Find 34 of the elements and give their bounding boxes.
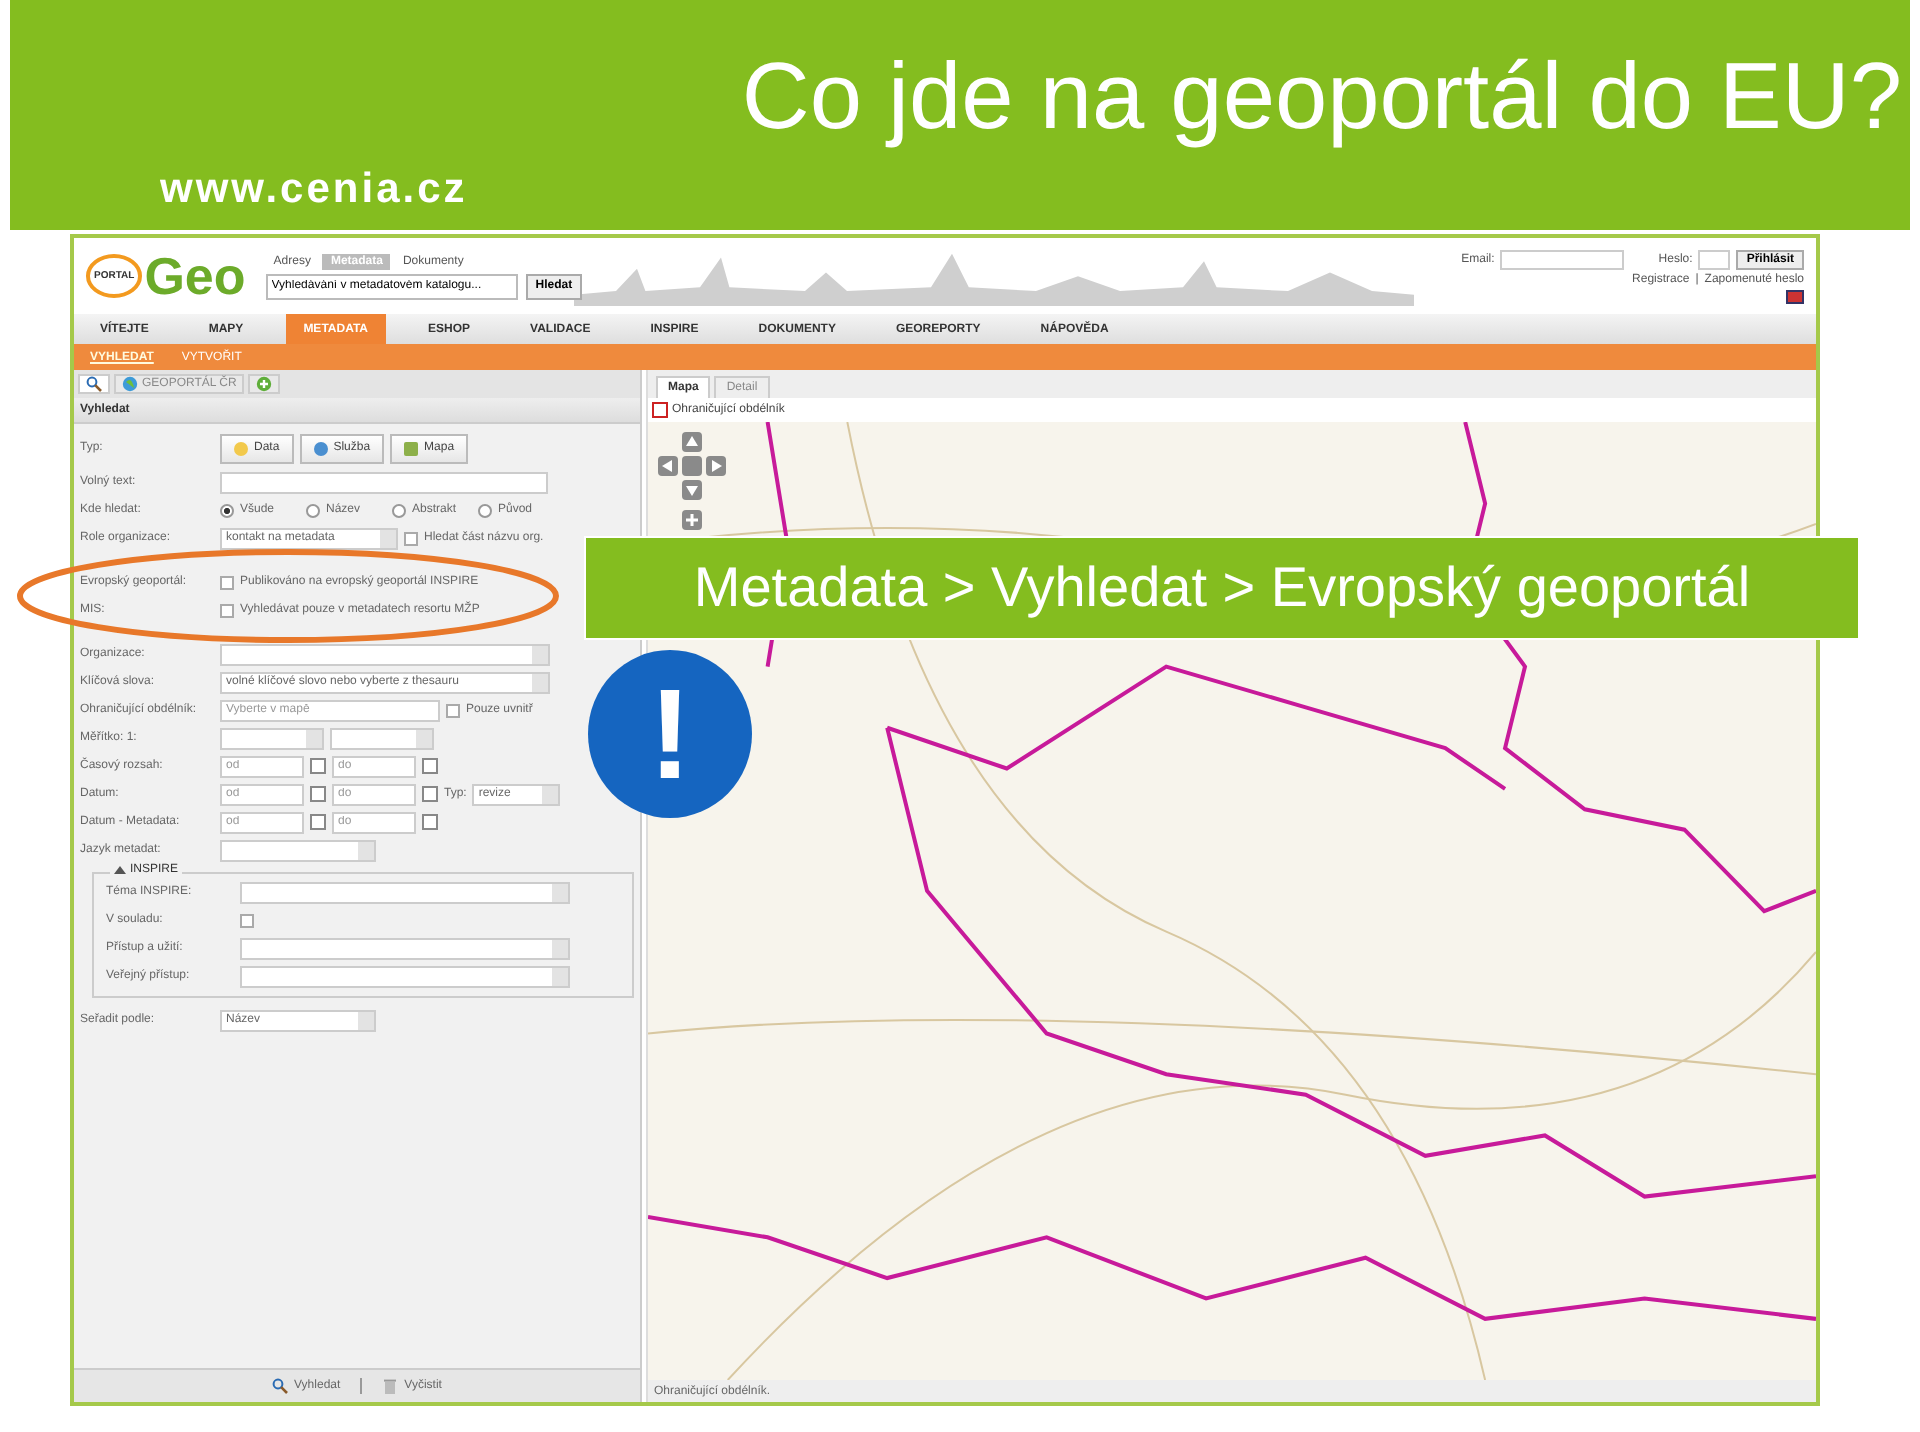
site-url: www.cenia.cz: [160, 166, 468, 214]
logo-text: Geo: [144, 250, 246, 302]
slide-title: Co jde na geoportál do EU?: [741, 40, 1902, 150]
callout-tooltip: Metadata > Vyhledat > Evropský geoportál: [584, 536, 1860, 640]
search-icon: [86, 376, 102, 392]
zoom-in-icon[interactable]: [682, 510, 702, 530]
expand-arrow-icon: [114, 866, 126, 874]
add-icon: [256, 376, 273, 392]
radio-button[interactable]: [220, 503, 234, 517]
trash-icon: [382, 1378, 399, 1394]
panel-tab[interactable]: [248, 374, 281, 394]
radio-button[interactable]: [306, 503, 320, 517]
panel-tab[interactable]: [78, 374, 110, 394]
dropdown[interactable]: [330, 727, 434, 749]
password-field[interactable]: [1698, 249, 1731, 269]
checkbox[interactable]: [446, 703, 460, 717]
dropdown[interactable]: [220, 727, 324, 749]
radio-button[interactable]: [478, 503, 492, 517]
dropdown[interactable]: [220, 643, 550, 665]
dropdown[interactable]: [240, 881, 570, 903]
checkbox[interactable]: [220, 575, 234, 589]
dropdown[interactable]: [220, 839, 376, 861]
checkbox[interactable]: [220, 603, 234, 617]
pan-control-icon[interactable]: [656, 430, 728, 502]
dropdown[interactable]: [240, 937, 570, 959]
globe-icon: [122, 376, 138, 392]
checkbox[interactable]: [404, 531, 418, 545]
email-field[interactable]: [1500, 249, 1625, 269]
dropdown[interactable]: [240, 965, 570, 987]
checkbox[interactable]: [240, 913, 254, 927]
search-icon: [272, 1378, 289, 1394]
radio-button[interactable]: [392, 503, 406, 517]
text-field[interactable]: [220, 471, 548, 493]
flag-icon[interactable]: [1786, 289, 1804, 303]
